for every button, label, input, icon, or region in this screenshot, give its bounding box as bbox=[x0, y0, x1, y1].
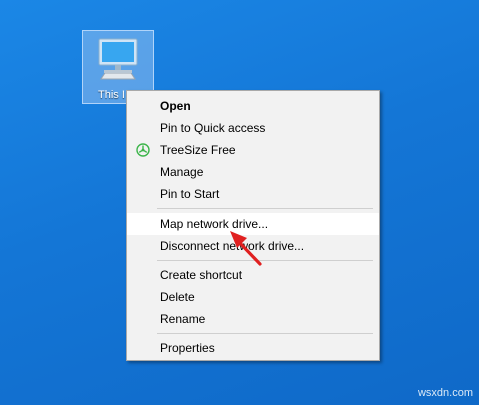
context-menu: Open Pin to Quick access TreeSize Free M… bbox=[126, 90, 380, 361]
monitor-icon bbox=[98, 38, 138, 80]
menu-item-label: Manage bbox=[160, 165, 204, 179]
menu-item-open[interactable]: Open bbox=[127, 95, 379, 117]
menu-item-treesize-free[interactable]: TreeSize Free bbox=[127, 139, 379, 161]
menu-item-label: Properties bbox=[160, 341, 215, 355]
menu-item-label: Rename bbox=[160, 312, 206, 326]
menu-separator bbox=[157, 333, 373, 334]
menu-item-pin-to-start[interactable]: Pin to Start bbox=[127, 183, 379, 205]
menu-item-delete[interactable]: Delete bbox=[127, 286, 379, 308]
watermark: wsxdn.com bbox=[417, 387, 473, 399]
menu-item-label: Pin to Start bbox=[160, 187, 220, 201]
desktop-icon-label: This I bbox=[98, 89, 125, 101]
menu-separator bbox=[157, 208, 373, 209]
menu-item-pin-to-quick-access[interactable]: Pin to Quick access bbox=[127, 117, 379, 139]
menu-item-rename[interactable]: Rename bbox=[127, 308, 379, 330]
menu-item-label: Delete bbox=[160, 290, 195, 304]
desktop: This I Open Pin to Quick access TreeSize… bbox=[0, 0, 479, 405]
menu-item-label: TreeSize Free bbox=[160, 143, 236, 157]
red-arrow-icon bbox=[230, 231, 262, 266]
menu-item-label: Open bbox=[160, 99, 191, 113]
menu-item-manage[interactable]: Manage bbox=[127, 161, 379, 183]
menu-item-label: Pin to Quick access bbox=[160, 121, 266, 135]
menu-item-properties[interactable]: Properties bbox=[127, 337, 379, 359]
treesize-icon bbox=[136, 143, 150, 157]
